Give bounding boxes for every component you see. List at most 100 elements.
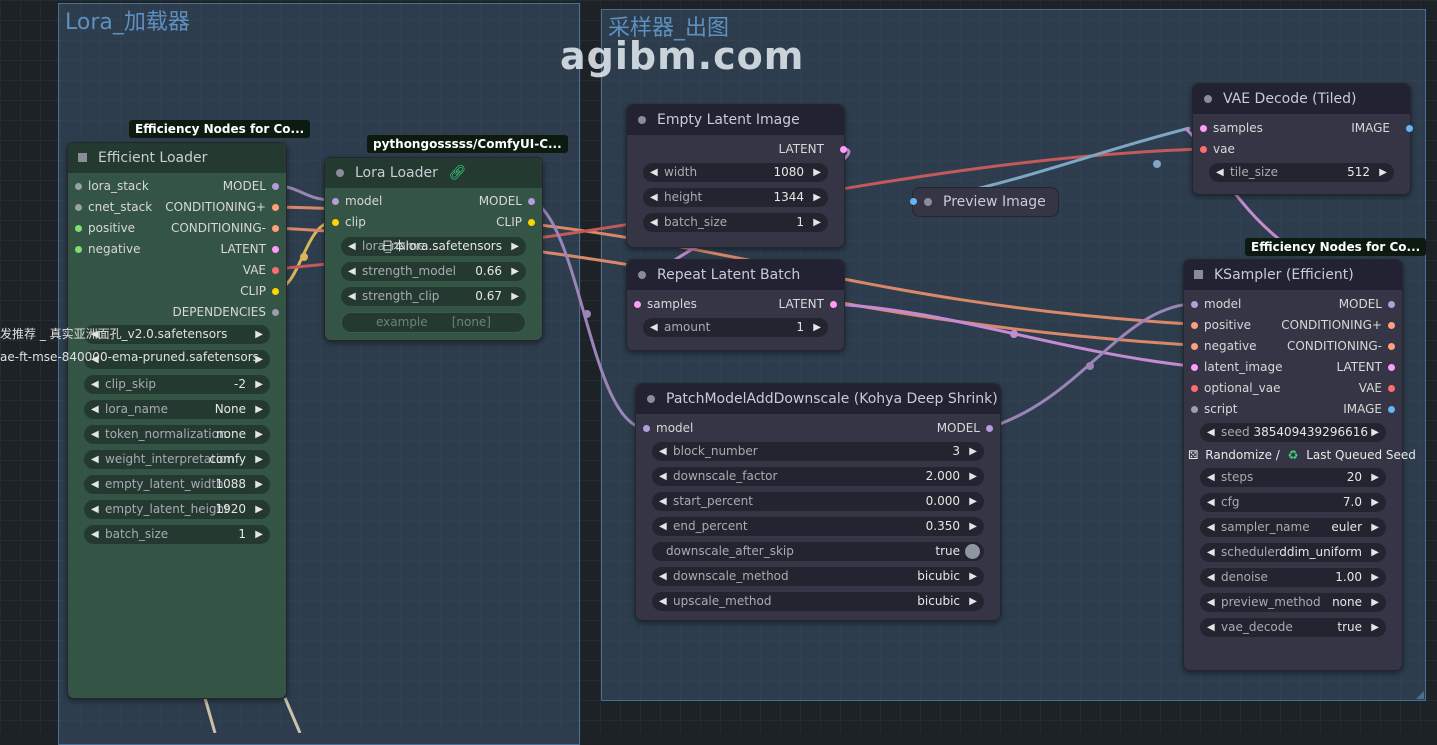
empty-latent-header[interactable]: Empty Latent Image — [627, 105, 844, 135]
output-pin-conditioning-minus[interactable] — [1388, 343, 1395, 350]
output-pin-model[interactable] — [528, 198, 535, 205]
link-icon[interactable]: 🔗︎ — [448, 165, 466, 181]
widget-height[interactable]: ◀ height 1344 ▶ — [643, 188, 828, 207]
efficient-loader-node[interactable]: Efficient Loader lora_stack MODEL cnet_s… — [67, 142, 287, 699]
arrow-left-icon[interactable]: ◀ — [659, 567, 667, 586]
arrow-right-icon[interactable]: ▶ — [813, 163, 821, 182]
arrow-right-icon[interactable]: ▶ — [511, 287, 519, 306]
arrow-left-icon[interactable]: ◀ — [1207, 493, 1215, 512]
arrow-right-icon[interactable]: ▶ — [1371, 543, 1379, 562]
output-pin-image[interactable] — [1406, 125, 1413, 132]
input-pin-negative[interactable] — [1191, 343, 1198, 350]
collapse-dot-icon[interactable] — [336, 169, 344, 177]
arrow-left-icon[interactable]: ◀ — [650, 163, 658, 182]
input-pin-samples[interactable] — [634, 301, 641, 308]
arrow-left-icon[interactable]: ◀ — [348, 262, 356, 281]
input-pin-clip[interactable] — [332, 219, 339, 226]
preview-image-node[interactable]: Preview Image — [910, 187, 1059, 217]
arrow-right-icon[interactable]: ▶ — [813, 213, 821, 232]
arrow-right-icon[interactable]: ▶ — [511, 237, 519, 256]
arrow-left-icon[interactable]: ◀ — [659, 592, 667, 611]
vae-decode-header[interactable]: VAE Decode (Tiled) — [1193, 84, 1410, 114]
arrow-right-icon[interactable]: ▶ — [1371, 493, 1379, 512]
arrow-left-icon[interactable]: ◀ — [650, 318, 658, 337]
widget-seed[interactable]: ◀ seed 385409439296616 ▶ — [1200, 423, 1386, 442]
arrow-left-icon[interactable]: ◀ — [1207, 423, 1215, 442]
input-pin-images[interactable] — [910, 198, 917, 205]
ksampler-header[interactable]: KSampler (Efficient) — [1184, 260, 1402, 290]
repeat-latent-node[interactable]: Repeat Latent Batch samples LATENT ◀ amo… — [626, 259, 845, 351]
input-pin-negative[interactable] — [75, 246, 82, 253]
arrow-left-icon[interactable]: ◀ — [91, 525, 99, 544]
arrow-right-icon[interactable]: ▶ — [255, 325, 263, 344]
input-pin-model[interactable] — [332, 198, 339, 205]
output-pin-model[interactable] — [986, 425, 993, 432]
output-pin-vae[interactable] — [272, 267, 279, 274]
arrow-right-icon[interactable]: ▶ — [255, 375, 263, 394]
arrow-left-icon[interactable]: ◀ — [91, 500, 99, 519]
input-pin-model[interactable] — [643, 425, 650, 432]
widget-scheduler[interactable]: ◀ scheduler ddim_uniform ▶ — [1200, 543, 1386, 562]
arrow-right-icon[interactable]: ▶ — [255, 400, 263, 419]
patch-model-node[interactable]: PatchModelAddDownscale (Kohya Deep Shrin… — [635, 383, 1001, 621]
arrow-right-icon[interactable]: ▶ — [511, 262, 519, 281]
patch-model-header[interactable]: PatchModelAddDownscale (Kohya Deep Shrin… — [636, 384, 1000, 414]
collapse-square-icon[interactable] — [1194, 270, 1203, 279]
widget-strength-clip[interactable]: ◀ strength_clip 0.67 ▶ — [341, 287, 526, 306]
input-pin-cnet-stack[interactable] — [75, 204, 82, 211]
widget-width[interactable]: ◀ width 1080 ▶ — [643, 163, 828, 182]
collapse-dot-icon[interactable] — [638, 271, 646, 279]
widget-end-percent[interactable]: ◀ end_percent 0.350 ▶ — [652, 517, 984, 536]
arrow-left-icon[interactable]: ◀ — [1207, 568, 1215, 587]
arrow-right-icon[interactable]: ▶ — [969, 567, 977, 586]
widget-amount[interactable]: ◀ amount 1 ▶ — [643, 318, 828, 337]
widget-vae-decode[interactable]: ◀ vae_decode true ▶ — [1200, 618, 1386, 637]
widget-token-normalization[interactable]: ◀ token_normalization none ▶ — [84, 425, 270, 444]
collapse-square-icon[interactable] — [78, 153, 87, 162]
efficient-loader-header[interactable]: Efficient Loader — [68, 143, 286, 173]
output-pin-image[interactable] — [1388, 406, 1395, 413]
arrow-left-icon[interactable]: ◀ — [1207, 618, 1215, 637]
input-pin-script[interactable] — [1191, 406, 1198, 413]
arrow-left-icon[interactable]: ◀ — [659, 467, 667, 486]
arrow-left-icon[interactable]: ◀ — [659, 442, 667, 461]
vae-decode-node[interactable]: VAE Decode (Tiled) samples IMAGE vae ◀ t… — [1192, 83, 1413, 195]
output-pin-latent[interactable] — [830, 301, 837, 308]
arrow-left-icon[interactable]: ◀ — [659, 492, 667, 511]
arrow-left-icon[interactable]: ◀ — [1216, 163, 1224, 182]
input-pin-lora-stack[interactable] — [75, 183, 82, 190]
lora-loader-header[interactable]: Lora Loader 🔗︎ — [325, 158, 542, 188]
collapse-dot-icon[interactable] — [1204, 95, 1212, 103]
input-pin-model[interactable] — [1191, 301, 1198, 308]
widget-weight-interpretation[interactable]: ◀ weight_interpretation comfy ▶ — [84, 450, 270, 469]
arrow-right-icon[interactable]: ▶ — [1379, 163, 1387, 182]
widget-start-percent[interactable]: ◀ start_percent 0.000 ▶ — [652, 492, 984, 511]
widget-downscale-method[interactable]: ◀ downscale_method bicubic ▶ — [652, 567, 984, 586]
arrow-right-icon[interactable]: ▶ — [255, 450, 263, 469]
widget-lora-name[interactable]: ◀ lora_name None ▶ — [84, 400, 270, 419]
arrow-left-icon[interactable]: ◀ — [91, 475, 99, 494]
output-pin-latent[interactable] — [1388, 364, 1395, 371]
widget-sampler-name[interactable]: ◀ sampler_name euler ▶ — [1200, 518, 1386, 537]
arrow-left-icon[interactable]: ◀ — [348, 287, 356, 306]
output-pin-conditioning-plus[interactable] — [272, 204, 279, 211]
widget-downscale-after-skip-toggle[interactable]: downscale_after_skip true — [652, 542, 984, 561]
input-pin-optional-vae[interactable] — [1191, 385, 1198, 392]
widget-upscale-method[interactable]: ◀ upscale_method bicubic ▶ — [652, 592, 984, 611]
arrow-right-icon[interactable]: ▶ — [1371, 468, 1379, 487]
collapse-dot-icon[interactable] — [638, 116, 646, 124]
arrow-right-icon[interactable]: ▶ — [813, 318, 821, 337]
widget-example[interactable]: example [none] — [341, 312, 526, 333]
arrow-left-icon[interactable]: ◀ — [1207, 543, 1215, 562]
arrow-left-icon[interactable]: ◀ — [91, 450, 99, 469]
widget-downscale-factor[interactable]: ◀ downscale_factor 2.000 ▶ — [652, 467, 984, 486]
output-pin-clip[interactable] — [528, 219, 535, 226]
collapse-dot-icon[interactable] — [647, 395, 655, 403]
arrow-left-icon[interactable]: ◀ — [650, 188, 658, 207]
lora-loader-node[interactable]: Lora Loader 🔗︎ model MODEL clip CLIP ◀ l… — [324, 157, 543, 341]
arrow-right-icon[interactable]: ▶ — [1371, 593, 1379, 612]
arrow-right-icon[interactable]: ▶ — [813, 188, 821, 207]
output-pin-model[interactable] — [1388, 301, 1395, 308]
dice-icon[interactable]: ⚄ — [1188, 448, 1198, 462]
widget-steps[interactable]: ◀ steps 20 ▶ — [1200, 468, 1386, 487]
